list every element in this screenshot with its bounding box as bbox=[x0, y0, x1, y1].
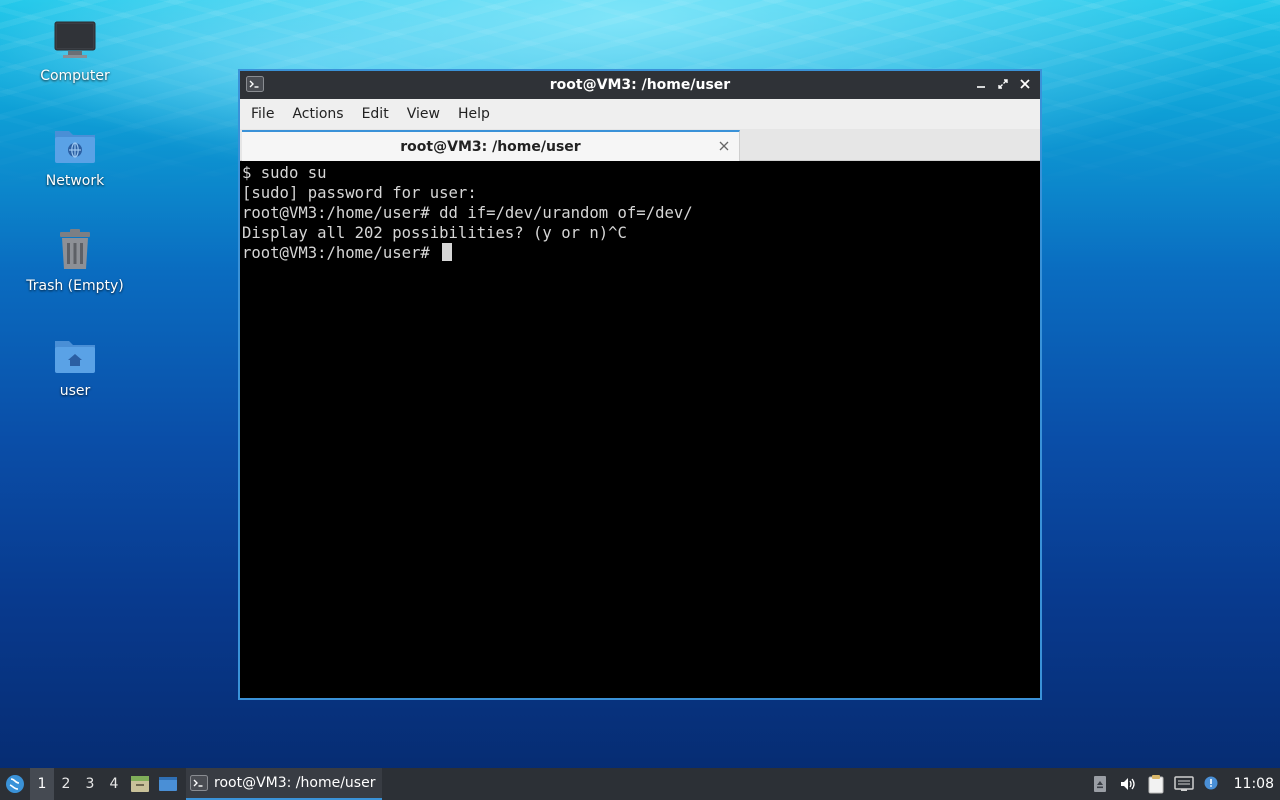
clock[interactable]: 11:08 bbox=[1226, 776, 1280, 792]
terminal-prompt: root@VM3:/home/user# bbox=[242, 244, 440, 262]
terminal-line: [sudo] password for user: bbox=[242, 184, 477, 202]
file-manager-launcher[interactable] bbox=[126, 768, 154, 800]
file-manager-icon bbox=[131, 776, 149, 792]
system-tray: 11:08 bbox=[1086, 768, 1280, 800]
start-menu-button[interactable] bbox=[0, 768, 30, 800]
terminal-cursor bbox=[442, 243, 453, 261]
desktop-icon-computer[interactable]: Computer bbox=[20, 16, 130, 84]
desktop-icon-label: user bbox=[59, 383, 91, 399]
window-title: root@VM3: /home/user bbox=[549, 77, 731, 93]
eject-tray-button[interactable] bbox=[1086, 768, 1114, 800]
notification-icon bbox=[1204, 776, 1218, 790]
terminal-prompt-line: root@VM3:/home/user# bbox=[242, 243, 1038, 263]
maximize-icon bbox=[998, 79, 1008, 89]
window-titlebar[interactable]: root@VM3: /home/user bbox=[240, 71, 1040, 99]
network-status-button[interactable] bbox=[1170, 768, 1198, 800]
menu-edit[interactable]: Edit bbox=[353, 99, 398, 129]
desktop-icon-trash[interactable]: Trash (Empty) bbox=[20, 226, 130, 294]
maximize-button[interactable] bbox=[994, 75, 1012, 93]
task-label: root@VM3: /home/user bbox=[214, 775, 376, 791]
desktop-icon-label: Trash (Empty) bbox=[26, 278, 124, 294]
terminal-output[interactable]: $ sudo su [sudo] password for user: root… bbox=[240, 161, 1040, 698]
close-icon bbox=[1020, 79, 1030, 89]
lxqt-logo-icon bbox=[6, 775, 24, 793]
menu-view[interactable]: View bbox=[398, 99, 449, 129]
menu-help[interactable]: Help bbox=[449, 99, 499, 129]
home-folder-icon bbox=[51, 331, 99, 379]
clipboard-icon bbox=[1148, 775, 1164, 794]
desktop-icon-label: Network bbox=[45, 173, 105, 189]
minimize-icon bbox=[977, 86, 985, 88]
tab-bar: root@VM3: /home/user bbox=[240, 129, 1040, 161]
volume-button[interactable] bbox=[1114, 768, 1142, 800]
terminal-tab[interactable]: root@VM3: /home/user bbox=[242, 130, 740, 161]
desktop-icon-label: Computer bbox=[40, 68, 110, 84]
workspace-1[interactable]: 1 bbox=[30, 768, 54, 800]
tab-close-button[interactable] bbox=[717, 138, 731, 152]
workspace-4[interactable]: 4 bbox=[102, 768, 126, 800]
terminal-icon bbox=[190, 775, 208, 791]
desktop-icon-network[interactable]: Network bbox=[20, 121, 130, 189]
workspace-3[interactable]: 3 bbox=[78, 768, 102, 800]
close-icon bbox=[719, 141, 729, 151]
taskbar-task-terminal[interactable]: root@VM3: /home/user bbox=[186, 768, 382, 800]
notification-button[interactable] bbox=[1198, 768, 1226, 800]
desktop-icon bbox=[159, 777, 177, 791]
terminal-icon bbox=[246, 76, 264, 96]
terminal-line: $ sudo su bbox=[242, 164, 327, 182]
menu-file[interactable]: File bbox=[242, 99, 283, 129]
taskbar: 1 2 3 4 root@VM3: /home/user 11:08 bbox=[0, 768, 1280, 800]
close-button[interactable] bbox=[1016, 75, 1034, 93]
terminal-window: root@VM3: /home/user File Actions Edit V… bbox=[238, 69, 1042, 700]
workspace-2[interactable]: 2 bbox=[54, 768, 78, 800]
minimize-button[interactable] bbox=[972, 75, 990, 93]
computer-icon bbox=[51, 16, 99, 64]
removable-media-icon bbox=[1093, 776, 1106, 792]
terminal-line: root@VM3:/home/user# dd if=/dev/urandom … bbox=[242, 204, 693, 222]
trash-icon bbox=[51, 226, 99, 274]
desktop-icon-user[interactable]: user bbox=[20, 331, 130, 399]
menu-bar: File Actions Edit View Help bbox=[240, 99, 1040, 129]
clipboard-button[interactable] bbox=[1142, 768, 1170, 800]
volume-icon bbox=[1120, 778, 1135, 790]
wired-network-icon bbox=[1173, 776, 1194, 791]
terminal-line: Display all 202 possibilities? (y or n)^… bbox=[242, 224, 627, 242]
tab-label: root@VM3: /home/user bbox=[400, 138, 581, 155]
network-folder-icon bbox=[51, 121, 99, 169]
menu-actions[interactable]: Actions bbox=[283, 99, 352, 129]
show-desktop-button[interactable] bbox=[154, 768, 182, 800]
